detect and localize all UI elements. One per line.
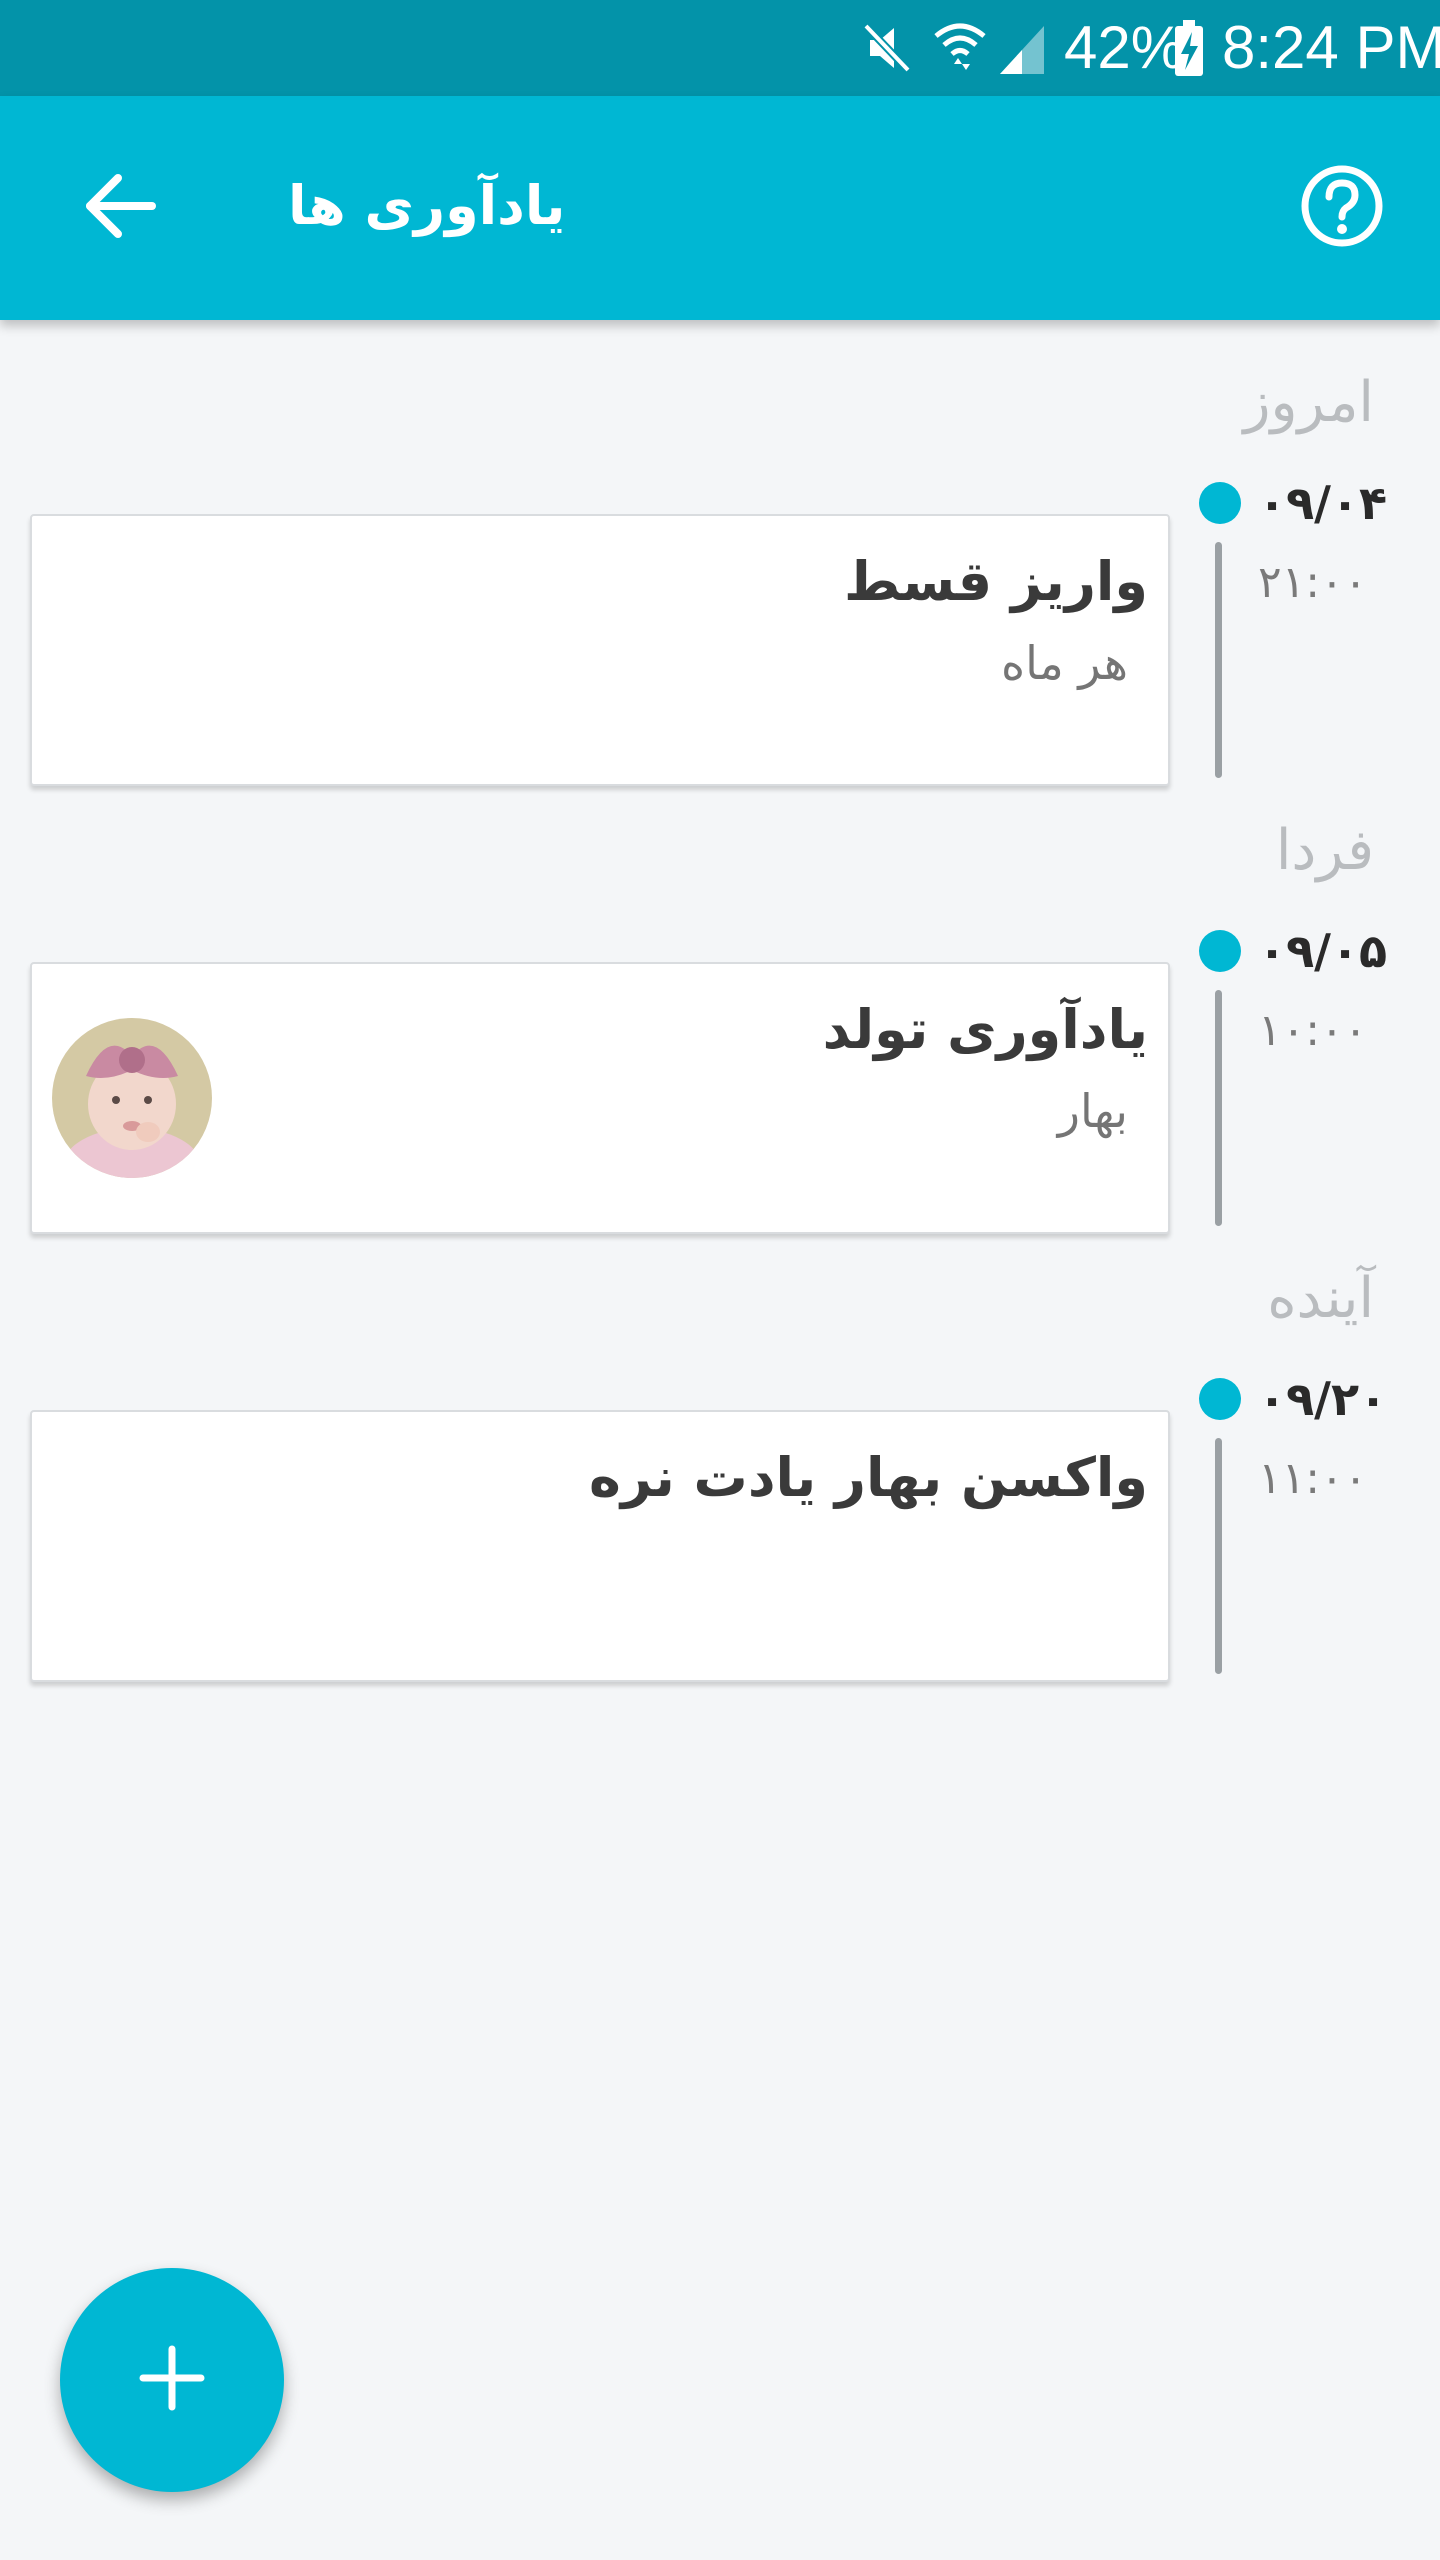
reminder-time: ۱۱:۰۰ <box>1258 1453 1368 1504</box>
status-bar: 42% 8:24 PM <box>0 0 1440 96</box>
reminder-title: واریز قسط <box>844 550 1148 613</box>
timeline-line <box>1215 542 1222 778</box>
section-label-today: امروز <box>1243 370 1374 435</box>
reminder-time: ۲۱:۰۰ <box>1258 557 1368 608</box>
reminder-time: ۱۰:۰۰ <box>1258 1005 1368 1056</box>
timeline-dot <box>1199 482 1241 524</box>
reminder-card-installment[interactable]: واریز قسط هر ماه <box>30 514 1170 786</box>
timeline-dot <box>1199 1378 1241 1420</box>
arrow-back-icon <box>80 166 160 250</box>
page-title: یادآوری ها <box>288 174 566 237</box>
back-button[interactable] <box>60 148 180 268</box>
reminder-date: ۰۹/۰۵ <box>1258 924 1388 978</box>
reminder-date: ۰۹/۰۴ <box>1258 476 1388 530</box>
timeline-line <box>1215 1438 1222 1674</box>
reminder-date: ۰۹/۲۰ <box>1258 1372 1388 1426</box>
reminder-title: یادآوری تولد <box>822 998 1148 1061</box>
signal-icon <box>996 18 1048 82</box>
clock: 8:24 PM <box>1222 14 1440 81</box>
timeline-dot <box>1199 930 1241 972</box>
reminder-card-birthday[interactable]: یادآوری تولد بهار <box>30 962 1170 1234</box>
section-label-tomorrow: فردا <box>1275 818 1374 883</box>
reminder-card-vaccine[interactable]: واکسن بهار یادت نره <box>30 1410 1170 1682</box>
battery-charging-icon <box>1172 18 1206 82</box>
add-reminder-button[interactable] <box>60 2268 284 2492</box>
reminder-subtitle: بهار <box>1057 1084 1128 1138</box>
battery-percent: 42% <box>1064 14 1185 81</box>
mute-icon <box>856 18 916 82</box>
timeline-line <box>1215 990 1222 1226</box>
plus-icon <box>137 2343 207 2417</box>
contact-avatar <box>52 1018 212 1178</box>
help-circle-icon <box>1299 163 1385 253</box>
reminder-subtitle: هر ماه <box>1000 636 1128 690</box>
reminder-title: واکسن بهار یادت نره <box>589 1446 1148 1509</box>
app-bar: یادآوری ها <box>0 96 1440 320</box>
help-button[interactable] <box>1282 148 1402 268</box>
section-label-future: آینده <box>1267 1266 1374 1331</box>
wifi-icon <box>932 18 988 82</box>
